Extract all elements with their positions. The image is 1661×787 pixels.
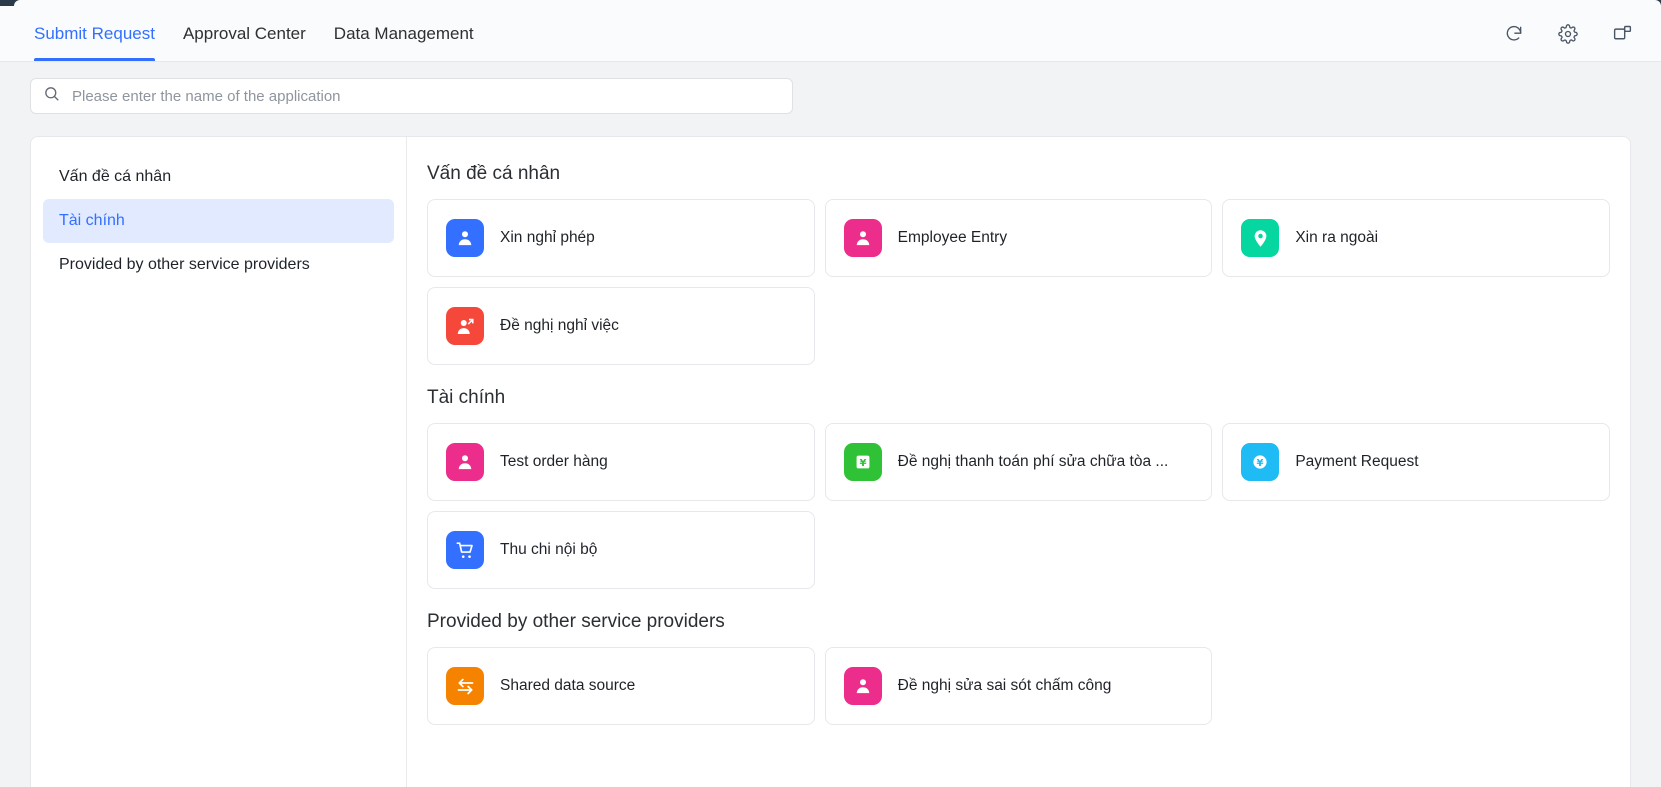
app-header: Submit Request Approval Center Data Mana… bbox=[0, 6, 1661, 62]
body-area: Vấn đề cá nhân Tài chính Provided by oth… bbox=[0, 136, 1661, 787]
header-spacer bbox=[488, 6, 1503, 61]
tab-label: Approval Center bbox=[182, 23, 306, 43]
card-grid-personal-affairs: Xin nghỉ phép Employee Entry Xin ra ngoà… bbox=[427, 199, 1610, 365]
app-card-label: Đề nghị sửa sai sót chấm công bbox=[897, 677, 1112, 694]
application-window: Submit Request Approval Center Data Mana… bbox=[0, 0, 1661, 787]
search-icon bbox=[43, 85, 60, 107]
app-card-label: Thu chi nội bộ bbox=[500, 541, 598, 558]
person-icon bbox=[446, 219, 484, 257]
tab-data-management[interactable]: Data Management bbox=[320, 6, 488, 61]
popout-window-icon[interactable] bbox=[1611, 23, 1633, 45]
sidebar-item-other-providers[interactable]: Provided by other service providers bbox=[43, 243, 394, 287]
person-icon bbox=[843, 667, 882, 705]
sidebar-item-label: Provided by other service providers bbox=[59, 256, 310, 273]
tab-approval-center[interactable]: Approval Center bbox=[169, 6, 320, 61]
app-card-employee-entry[interactable]: Employee Entry bbox=[824, 199, 1213, 277]
exchange-arrows-icon bbox=[446, 667, 484, 705]
sidebar-item-label: Vấn đề cá nhân bbox=[59, 168, 172, 185]
card-grid-finance: Test order hàng ¥ Đề nghị thanh toán phí… bbox=[427, 423, 1610, 589]
application-sections: Vấn đề cá nhân Xin nghỉ phép Employee En… bbox=[407, 137, 1630, 787]
person-exit-icon bbox=[446, 307, 484, 345]
main-nav-tabs: Submit Request Approval Center Data Mana… bbox=[20, 6, 488, 61]
app-card-label: Employee Entry bbox=[897, 229, 1008, 246]
person-icon bbox=[446, 443, 484, 481]
app-card-de-nghi-nghi-viec[interactable]: Đề nghị nghỉ việc bbox=[427, 287, 815, 365]
svg-text:¥: ¥ bbox=[859, 458, 866, 469]
section-title-personal-affairs: Vấn đề cá nhân bbox=[427, 163, 561, 184]
app-card-de-nghi-thanh-toan-phi-sua-chua[interactable]: ¥ Đề nghị thanh toán phí sửa chữa tòa ..… bbox=[824, 423, 1213, 501]
tab-label: Data Management bbox=[333, 23, 474, 43]
sidebar-item-label: Tài chính bbox=[59, 212, 125, 229]
app-card-shared-data-source[interactable]: Shared data source bbox=[427, 647, 815, 725]
app-card-label: Shared data source bbox=[500, 677, 636, 694]
refresh-icon[interactable] bbox=[1503, 23, 1525, 45]
app-card-xin-nghi-phep[interactable]: Xin nghỉ phép bbox=[427, 199, 815, 277]
person-icon bbox=[843, 219, 882, 257]
tab-label: Submit Request bbox=[34, 23, 155, 43]
shopping-cart-icon bbox=[446, 531, 484, 569]
sidebar-item-personal-affairs[interactable]: Vấn đề cá nhân bbox=[43, 155, 394, 199]
sidebar-item-finance[interactable]: Tài chính bbox=[43, 199, 394, 243]
app-card-thu-chi-noi-bo[interactable]: Thu chi nội bộ bbox=[427, 511, 815, 589]
content-panel: Vấn đề cá nhân Tài chính Provided by oth… bbox=[30, 136, 1631, 787]
app-card-label: Đề nghị thanh toán phí sửa chữa tòa ... bbox=[897, 453, 1169, 470]
app-card-label: Test order hàng bbox=[500, 453, 608, 470]
location-pin-icon bbox=[1241, 219, 1280, 257]
header-actions bbox=[1503, 6, 1643, 61]
tab-submit-request[interactable]: Submit Request bbox=[20, 6, 169, 61]
app-card-de-nghi-sua-sai-sot-cham-cong[interactable]: Đề nghị sửa sai sót chấm công bbox=[824, 647, 1213, 725]
category-sidebar: Vấn đề cá nhân Tài chính Provided by oth… bbox=[31, 137, 407, 787]
app-card-label: Xin ra ngoài bbox=[1295, 229, 1379, 246]
app-card-xin-ra-ngoai[interactable]: Xin ra ngoài bbox=[1222, 199, 1610, 277]
gear-icon[interactable] bbox=[1557, 23, 1579, 45]
app-card-label: Xin nghỉ phép bbox=[500, 229, 595, 246]
clipped-subheader: ·· bbox=[30, 114, 1661, 136]
search-zone: ·· bbox=[0, 62, 1661, 136]
search-bar[interactable] bbox=[30, 78, 793, 114]
section-title-other-providers: Provided by other service providers bbox=[427, 611, 725, 632]
section-title-finance: Tài chính bbox=[427, 387, 506, 408]
svg-text:¥: ¥ bbox=[1257, 458, 1264, 469]
app-card-label: Đề nghị nghỉ việc bbox=[500, 317, 619, 334]
yen-square-icon: ¥ bbox=[843, 443, 882, 481]
app-card-payment-request[interactable]: ¥ Payment Request bbox=[1222, 423, 1610, 501]
app-card-test-order-hang[interactable]: Test order hàng bbox=[427, 423, 815, 501]
clipped-subheader-text: ·· bbox=[70, 114, 79, 116]
app-card-label: Payment Request bbox=[1295, 453, 1419, 470]
card-grid-other-providers: Shared data source Đề nghị sửa sai sót c… bbox=[427, 647, 1610, 725]
search-input[interactable] bbox=[70, 86, 780, 106]
yen-circle-icon: ¥ bbox=[1241, 443, 1280, 481]
